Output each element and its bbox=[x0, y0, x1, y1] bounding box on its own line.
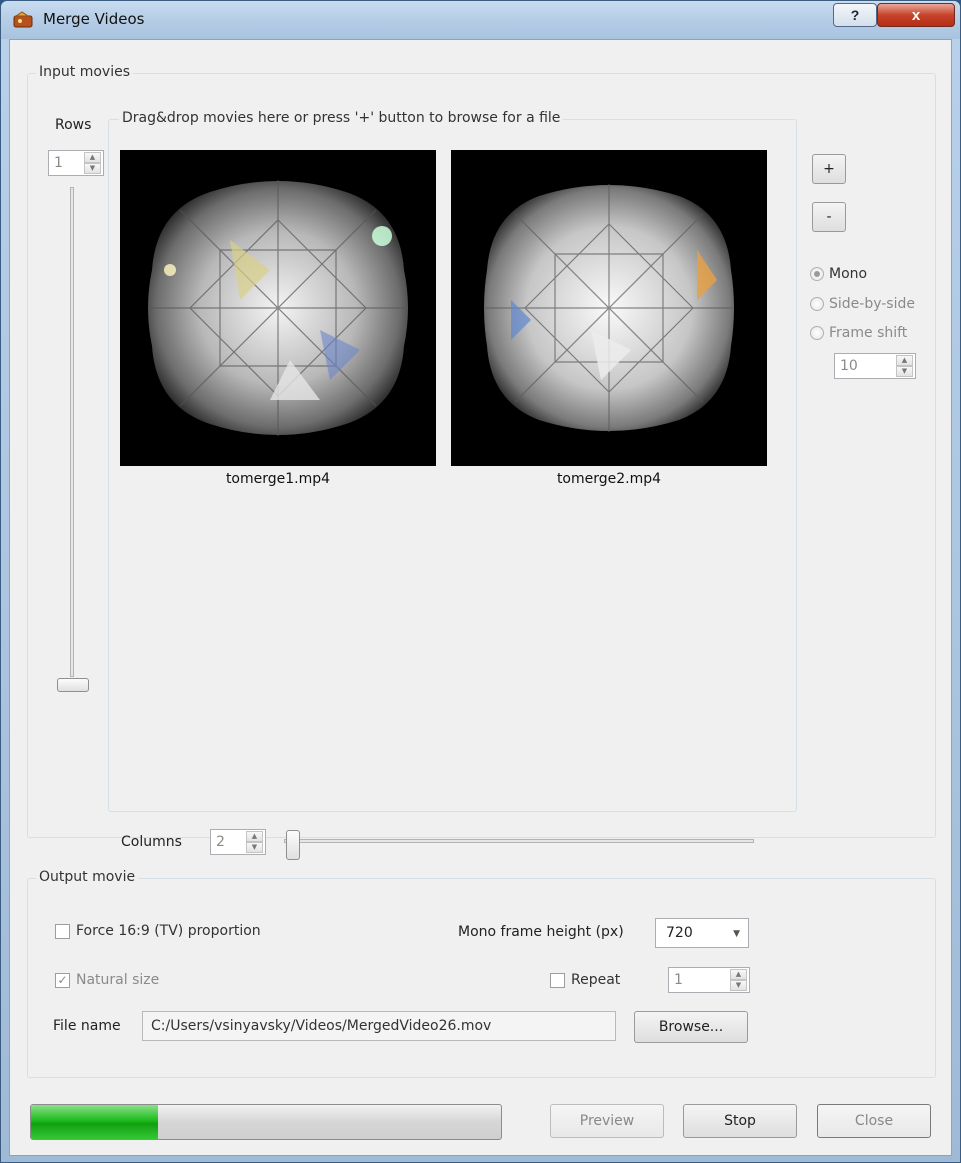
file-name-value: C:/Users/vsinyavsky/Videos/MergedVideo26… bbox=[151, 1018, 492, 1034]
thumbnail-1-name: tomerge1.mp4 bbox=[225, 471, 331, 487]
force-169-box bbox=[55, 923, 70, 939]
movie-thumbnail-2[interactable] bbox=[451, 150, 767, 466]
columns-up-arrow-icon[interactable]: ▲ bbox=[246, 831, 263, 842]
diamond-image-2 bbox=[484, 184, 734, 432]
window-close-button[interactable]: x bbox=[877, 3, 955, 27]
thumbnail-2-name: tomerge2.mp4 bbox=[556, 471, 662, 487]
columns-slider-track[interactable] bbox=[284, 839, 754, 843]
columns-down-arrow-icon[interactable]: ▼ bbox=[246, 842, 263, 853]
input-movies-label: Input movies bbox=[36, 64, 133, 80]
close-button[interactable]: Close bbox=[817, 1104, 931, 1138]
radio-side-by-side-indicator bbox=[810, 297, 824, 311]
drop-area[interactable]: Drag&drop movies here or press '+' butto… bbox=[108, 110, 797, 812]
rows-slider-track[interactable] bbox=[70, 187, 74, 677]
natural-size-label: Natural size bbox=[76, 972, 160, 988]
remove-movie-button[interactable]: - bbox=[812, 202, 846, 232]
repeat-value: 1 bbox=[674, 972, 683, 988]
columns-slider-handle[interactable] bbox=[286, 830, 300, 860]
app-icon bbox=[13, 11, 33, 28]
rows-spinbox[interactable]: 1 ▲ ▼ bbox=[48, 150, 104, 176]
help-button[interactable]: ? bbox=[833, 3, 877, 27]
diamond-image-1 bbox=[148, 180, 408, 436]
movie-thumbnail-1[interactable] bbox=[120, 150, 436, 466]
title-bar[interactable]: Merge Videos ? x bbox=[1, 1, 960, 39]
input-movies-group: Input movies Rows 1 ▲ ▼ Drag&drop movies… bbox=[27, 64, 936, 860]
file-name-field[interactable]: C:/Users/vsinyavsky/Videos/MergedVideo26… bbox=[142, 1011, 616, 1041]
radio-frame-shift-indicator bbox=[810, 326, 824, 340]
repeat-label: Repeat bbox=[571, 972, 621, 988]
file-name-label: File name bbox=[53, 1018, 121, 1034]
output-movie-label: Output movie bbox=[36, 869, 139, 885]
columns-spinbox[interactable]: 2 ▲ ▼ bbox=[210, 829, 266, 855]
frame-shift-spinbox[interactable]: 10 ▲ ▼ bbox=[834, 353, 916, 379]
repeat-spinbox[interactable]: 1 ▲ ▼ bbox=[668, 967, 750, 993]
natural-size-box: ✓ bbox=[55, 972, 70, 988]
force-169-label: Force 16:9 (TV) proportion bbox=[76, 923, 261, 939]
force-169-checkbox[interactable]: Force 16:9 (TV) proportion bbox=[55, 923, 261, 939]
rows-down-arrow-icon[interactable]: ▼ bbox=[84, 163, 101, 174]
radio-frame-shift-label: Frame shift bbox=[829, 325, 908, 341]
window-title: Merge Videos bbox=[43, 10, 145, 28]
browse-button[interactable]: Browse... bbox=[634, 1011, 748, 1043]
radio-side-by-side-label: Side-by-side bbox=[829, 296, 915, 312]
radio-frame-shift[interactable]: Frame shift bbox=[810, 325, 907, 341]
mono-height-value: 720 bbox=[666, 925, 693, 941]
radio-side-by-side[interactable]: Side-by-side bbox=[810, 296, 915, 312]
columns-value: 2 bbox=[216, 834, 225, 850]
radio-mono-label: Mono bbox=[829, 266, 868, 282]
repeat-down-arrow-icon[interactable]: ▼ bbox=[730, 980, 747, 991]
drop-hint-label: Drag&drop movies here or press '+' butto… bbox=[119, 110, 564, 126]
repeat-checkbox[interactable]: Repeat bbox=[550, 972, 620, 988]
radio-mono[interactable]: Mono bbox=[810, 266, 867, 282]
natural-size-checkbox[interactable]: ✓ Natural size bbox=[55, 972, 159, 988]
repeat-up-arrow-icon[interactable]: ▲ bbox=[730, 969, 747, 980]
output-movie-group: Output movie Force 16:9 (TV) proportion … bbox=[27, 869, 936, 1078]
dialog-client-area: Input movies Rows 1 ▲ ▼ Drag&drop movies… bbox=[9, 39, 952, 1156]
mono-height-label: Mono frame height (px) bbox=[458, 924, 624, 940]
rows-slider-handle[interactable] bbox=[57, 678, 89, 692]
progress-bar bbox=[30, 1104, 502, 1140]
chevron-down-icon: ▼ bbox=[733, 929, 740, 939]
rows-up-arrow-icon[interactable]: ▲ bbox=[84, 152, 101, 163]
columns-label: Columns bbox=[121, 834, 182, 850]
frame-shift-value: 10 bbox=[840, 358, 858, 374]
progress-fill bbox=[31, 1105, 158, 1139]
add-movie-button[interactable]: + bbox=[812, 154, 846, 184]
frame-shift-down-arrow-icon[interactable]: ▼ bbox=[896, 366, 913, 377]
frame-shift-up-arrow-icon[interactable]: ▲ bbox=[896, 355, 913, 366]
rows-value: 1 bbox=[54, 155, 63, 171]
rows-label: Rows bbox=[55, 117, 92, 133]
repeat-box bbox=[550, 972, 565, 988]
radio-mono-indicator bbox=[810, 267, 824, 281]
stop-button[interactable]: Stop bbox=[683, 1104, 797, 1138]
preview-button[interactable]: Preview bbox=[550, 1104, 664, 1138]
merge-videos-window: Merge Videos ? x Input movies Rows 1 ▲ ▼… bbox=[0, 0, 961, 1163]
mono-height-combo[interactable]: 720 ▼ bbox=[655, 918, 749, 948]
